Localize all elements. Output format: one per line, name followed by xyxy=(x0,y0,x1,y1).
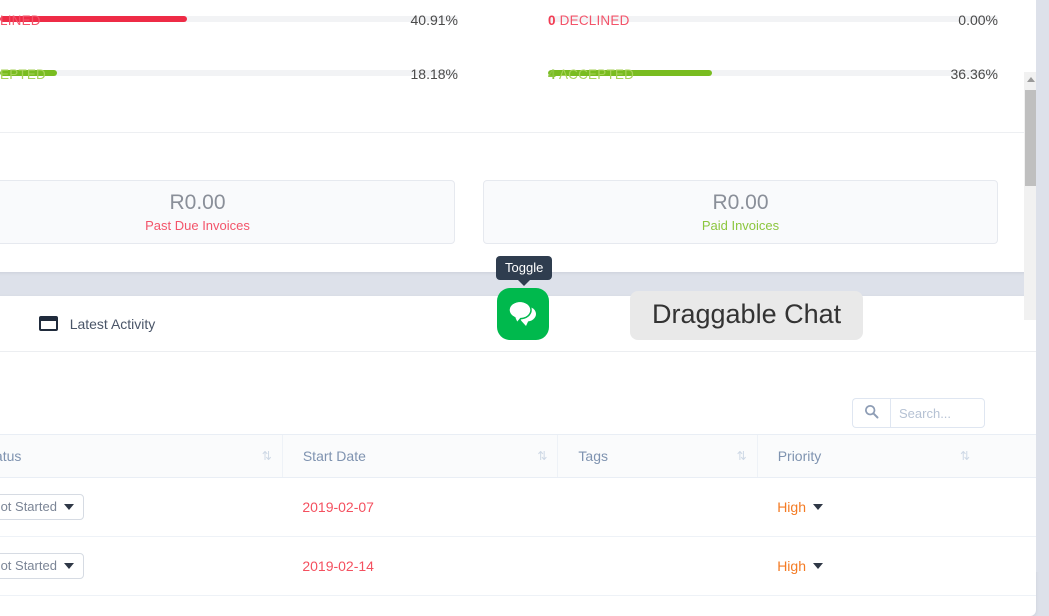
scrollbar-thumb[interactable] xyxy=(1025,90,1036,186)
invoice-tiles-row: R0.00 Past Due Invoices R0.00 Paid Invoi… xyxy=(0,133,1036,272)
sort-updown-icon[interactable]: ⇅ xyxy=(960,449,970,463)
chevron-down-icon xyxy=(812,563,823,569)
quote-stats-panel-right: 0 DECLINED 0.00% 4 ACCEPTED 36.36% xyxy=(488,0,1036,132)
sort-updown-icon[interactable]: ⇅ xyxy=(737,449,747,463)
table-toolbar xyxy=(0,352,1036,434)
stat-header: LINED 40.91% xyxy=(0,0,458,28)
cell-start-date: 2019-02-07 xyxy=(282,477,558,537)
status-dropdown[interactable]: Not Started xyxy=(0,553,84,579)
stat-header: 4 ACCEPTED 36.36% xyxy=(548,48,998,82)
tab-latest-activity[interactable]: Latest Activity xyxy=(25,296,170,351)
quote-stats-panel-left: LINED 40.91% EPTED 18.18% xyxy=(0,0,488,132)
paid-invoices-tile[interactable]: R0.00 Paid Invoices xyxy=(483,180,998,244)
th-label: Priority xyxy=(777,448,822,464)
stat-percent: 0.00% xyxy=(958,12,998,28)
stat-text: ACCEPTED xyxy=(558,67,635,82)
tab-documents[interactable]: nts xyxy=(0,296,7,351)
cell-start-date: 2019-02-14 xyxy=(282,536,558,596)
stat-accepted-left: EPTED 18.18% xyxy=(0,48,458,82)
priority-value: High xyxy=(777,499,806,515)
search-icon xyxy=(864,404,879,422)
stat-count: 0 xyxy=(548,13,556,28)
chevron-down-icon xyxy=(63,562,74,569)
search-group xyxy=(852,398,985,428)
tile-label: Paid Invoices xyxy=(701,218,780,234)
th-tags[interactable]: Tags ⇅ xyxy=(557,434,758,478)
stat-label: 0 DECLINED xyxy=(548,13,630,28)
th-status[interactable]: Status ⇅ xyxy=(0,434,283,478)
chat-bubbles-icon xyxy=(507,299,539,330)
table-body: Not Started 2019-02-07 High xyxy=(0,477,1036,596)
start-date-value: 2019-02-07 xyxy=(302,499,374,515)
cell-status: Not Started xyxy=(0,477,283,537)
cell-tags xyxy=(557,536,758,596)
stat-label: 4 ACCEPTED xyxy=(548,67,634,82)
cell-status: Not Started xyxy=(0,536,283,596)
stat-progress-track xyxy=(0,70,458,76)
stat-count: 4 xyxy=(548,67,556,82)
search-input[interactable] xyxy=(890,398,985,428)
invoice-tile-wrapper: R0.00 Past Due Invoices xyxy=(0,180,469,272)
status-value: Not Started xyxy=(0,499,57,514)
cell-priority: High xyxy=(757,536,1036,596)
stat-label: EPTED xyxy=(0,67,46,82)
search-button[interactable] xyxy=(852,398,890,428)
window-icon xyxy=(38,316,58,331)
tile-amount: R0.00 xyxy=(712,190,769,214)
th-priority[interactable]: Priority ⇅ xyxy=(756,434,1036,478)
status-dropdown[interactable]: Not Started xyxy=(0,494,84,520)
chat-window-title: Draggable Chat xyxy=(630,291,864,340)
priority-dropdown[interactable]: High xyxy=(777,499,823,515)
stat-label: LINED xyxy=(0,13,41,28)
stat-header: 0 DECLINED 0.00% xyxy=(548,0,998,28)
stat-text: EPTED xyxy=(0,67,47,82)
cell-tags xyxy=(557,477,758,537)
tile-label: Past Due Invoices xyxy=(145,218,250,234)
tasks-card: nts Latest Activity xyxy=(0,296,1036,616)
quote-stats-row: LINED 40.91% EPTED 18.18% 0 DECLINED 0.0… xyxy=(0,0,1036,132)
stat-text: LINED xyxy=(0,13,41,28)
th-label: Tags xyxy=(578,448,608,464)
chat-toggle-button[interactable] xyxy=(497,288,549,340)
quotes-summary-card: LINED 40.91% EPTED 18.18% 0 DECLINED 0.0… xyxy=(0,0,1036,272)
chevron-down-icon xyxy=(812,504,823,510)
table-head: Status ⇅ Start Date ⇅ Tags ⇅ Priority ⇅ xyxy=(0,434,1036,478)
stat-declined-left: LINED 40.91% xyxy=(0,0,458,28)
past-due-invoices-tile[interactable]: R0.00 Past Due Invoices xyxy=(0,180,455,244)
stat-declined-right: 0 DECLINED 0.00% xyxy=(548,0,998,28)
th-label: Status xyxy=(0,448,22,464)
sort-updown-icon[interactable]: ⇅ xyxy=(262,449,272,463)
chevron-down-icon xyxy=(63,503,74,510)
dashboard-page: LINED 40.91% EPTED 18.18% 0 DECLINED 0.0… xyxy=(0,0,1049,616)
cell-priority: High xyxy=(757,477,1036,537)
status-value: Not Started xyxy=(0,558,57,573)
page-gutter xyxy=(1036,0,1049,572)
th-label: Start Date xyxy=(302,448,366,464)
tab-label: Latest Activity xyxy=(69,315,156,332)
stat-header: EPTED 18.18% xyxy=(0,48,458,82)
tile-amount: R0.00 xyxy=(169,190,226,214)
stat-percent: 40.91% xyxy=(410,12,458,28)
stat-percent: 18.18% xyxy=(410,66,458,82)
chat-toggle-tooltip: Toggle xyxy=(496,256,553,286)
stat-progress-track xyxy=(0,16,458,22)
stat-percent: 36.36% xyxy=(950,66,998,82)
table-row: Not Started 2019-02-14 High xyxy=(0,536,1036,596)
table-row: Not Started 2019-02-07 High xyxy=(0,477,1036,537)
stat-text: DECLINED xyxy=(559,13,630,28)
th-start-date[interactable]: Start Date ⇅ xyxy=(281,434,558,478)
sort-updown-icon[interactable]: ⇅ xyxy=(537,449,547,463)
table-header-row: Status ⇅ Start Date ⇅ Tags ⇅ Priority ⇅ xyxy=(0,434,1036,478)
stat-accepted-right: 4 ACCEPTED 36.36% xyxy=(548,48,998,82)
